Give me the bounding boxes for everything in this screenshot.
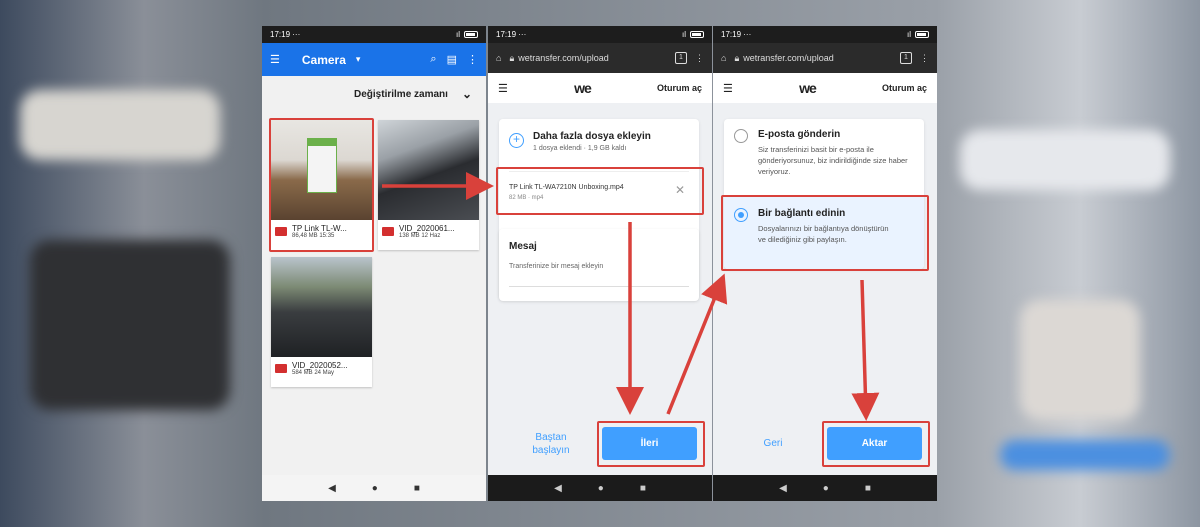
tabs-icon[interactable]: 1 <box>675 52 687 64</box>
battery-icon <box>690 31 704 38</box>
sort-label[interactable]: Değiştirilme zamanı <box>354 89 448 100</box>
back-icon[interactable]: ◀ <box>328 483 336 494</box>
status-bar: 17:19 ··· ıl <box>262 26 486 43</box>
status-dots: ··· <box>743 30 752 39</box>
status-bar: 17:19 ··· ıl <box>488 26 712 43</box>
browser-url-bar: ⌂ 🔒︎ wetransfer.com/upload 1 ⋮ <box>488 43 712 73</box>
file-grid: TP Link TL-W... 86,48 MB 15:35 VID_202006… <box>262 112 486 497</box>
file-meta: 138 MB 12 Haz <box>399 233 441 239</box>
url-text[interactable]: wetransfer.com/upload <box>518 53 609 63</box>
nav-bar: ◀ ● ■ <box>713 475 937 501</box>
home-icon[interactable]: ⌂ <box>496 53 501 63</box>
sort-bar: Değiştirilme zamanı ⌄ <box>262 76 486 112</box>
menu-icon[interactable]: ☰ <box>270 53 280 66</box>
search-icon[interactable]: ⌕ <box>430 53 436 66</box>
chevron-down-icon[interactable]: ▾ <box>356 54 361 65</box>
status-bar: 17:19 ··· ıl <box>713 26 937 43</box>
file-thumbnail <box>271 257 372 357</box>
home-icon[interactable]: ● <box>372 483 378 494</box>
email-option-desc: Siz transferinizi basit bir e-posta ile … <box>758 145 908 176</box>
video-file-icon <box>275 364 287 373</box>
home-icon[interactable]: ⌂ <box>721 53 726 63</box>
method-body: E-posta gönderin Siz transferinizi basit… <box>713 103 937 475</box>
added-info: 1 dosya eklendi · 1,9 GB kaldı <box>533 145 627 152</box>
file-name: VID_2020052... <box>292 361 348 370</box>
back-icon[interactable]: ◀ <box>554 483 562 494</box>
highlight-box <box>822 421 930 467</box>
highlight-box <box>269 118 374 252</box>
file-meta: 584 MB 24 May <box>292 370 335 376</box>
add-icon[interactable]: + <box>509 133 524 148</box>
email-radio[interactable] <box>734 129 748 143</box>
signal-icon: ıl <box>907 30 911 39</box>
phone-files-app: 17:19 ··· ıl ☰ Camera ▾ ⌕ ▤ ⋮ Değiştiril… <box>262 26 486 501</box>
status-time: 17:19 <box>721 30 742 39</box>
highlight-box <box>597 421 705 467</box>
more-icon[interactable]: ⋮ <box>695 53 704 64</box>
nav-bar: ◀ ● ■ <box>488 475 712 501</box>
browser-url-bar: ⌂ 🔒︎ wetransfer.com/upload 1 ⋮ <box>713 43 937 73</box>
wetransfer-logo[interactable]: we <box>574 80 592 96</box>
recents-icon[interactable]: ■ <box>640 483 646 494</box>
signal-icon: ıl <box>682 30 686 39</box>
site-header: ☰ we Oturum aç <box>713 73 937 103</box>
bg-blur <box>20 90 220 160</box>
status-dots: ··· <box>518 30 527 39</box>
chevron-down-icon[interactable]: ⌄ <box>462 87 472 101</box>
bg-blur <box>30 240 230 410</box>
bg-blur <box>1000 440 1170 470</box>
highlight-box <box>721 195 929 271</box>
more-icon[interactable]: ⋮ <box>467 53 478 66</box>
files-app-bar: ☰ Camera ▾ ⌕ ▤ ⋮ <box>262 43 486 76</box>
lock-icon: 🔒︎ <box>734 52 740 63</box>
recents-icon[interactable]: ■ <box>414 483 420 494</box>
file-card[interactable]: VID_2020052... 584 MB 24 May <box>271 257 372 387</box>
signal-icon: ıl <box>456 30 460 39</box>
back-link[interactable]: Geri <box>753 437 793 450</box>
login-link[interactable]: Oturum aç <box>882 83 927 93</box>
battery-icon <box>464 31 478 38</box>
message-panel: Mesaj Transferinize bir mesaj ekleyin <box>499 229 699 301</box>
phone-wetransfer-method: 17:19 ··· ıl ⌂ 🔒︎ wetransfer.com/upload 1… <box>713 26 937 501</box>
upload-body: + Daha fazla dosya ekleyin 1 dosya eklen… <box>488 103 712 475</box>
home-icon[interactable]: ● <box>598 483 604 494</box>
status-time: 17:19 <box>496 30 517 39</box>
lock-icon: 🔒︎ <box>509 52 515 63</box>
file-name: VID_2020061... <box>399 224 455 233</box>
folder-title[interactable]: Camera <box>302 53 346 67</box>
video-file-icon <box>382 227 394 236</box>
status-time: 17:19 <box>270 30 291 39</box>
bg-blur <box>1020 300 1140 420</box>
more-icon[interactable]: ⋮ <box>920 53 929 64</box>
url-text[interactable]: wetransfer.com/upload <box>743 53 834 63</box>
message-input[interactable]: Transferinize bir mesaj ekleyin <box>509 263 689 287</box>
wetransfer-logo[interactable]: we <box>799 80 817 96</box>
login-link[interactable]: Oturum aç <box>657 83 702 93</box>
battery-icon <box>915 31 929 38</box>
nav-bar: ◀ ● ■ <box>262 475 486 501</box>
message-title: Mesaj <box>509 241 537 252</box>
back-icon[interactable]: ◀ <box>779 483 787 494</box>
home-icon[interactable]: ● <box>823 483 829 494</box>
file-thumbnail <box>378 120 479 220</box>
restart-link[interactable]: Baştan başlayın <box>516 431 586 457</box>
menu-icon[interactable]: ☰ <box>723 82 733 95</box>
email-option-title[interactable]: E-posta gönderin <box>758 129 840 140</box>
site-header: ☰ we Oturum aç <box>488 73 712 103</box>
menu-icon[interactable]: ☰ <box>498 82 508 95</box>
phone-wetransfer-upload: 17:19 ··· ıl ⌂ 🔒︎ wetransfer.com/upload 1… <box>488 26 712 501</box>
add-more-files-link[interactable]: Daha fazla dosya ekleyin <box>533 131 651 142</box>
status-dots: ··· <box>292 30 301 39</box>
list-view-icon[interactable]: ▤ <box>447 53 457 66</box>
recents-icon[interactable]: ■ <box>865 483 871 494</box>
highlight-box <box>496 167 704 215</box>
tabs-icon[interactable]: 1 <box>900 52 912 64</box>
bg-blur <box>960 130 1170 190</box>
file-card[interactable]: VID_2020061... 138 MB 12 Haz <box>378 120 479 250</box>
